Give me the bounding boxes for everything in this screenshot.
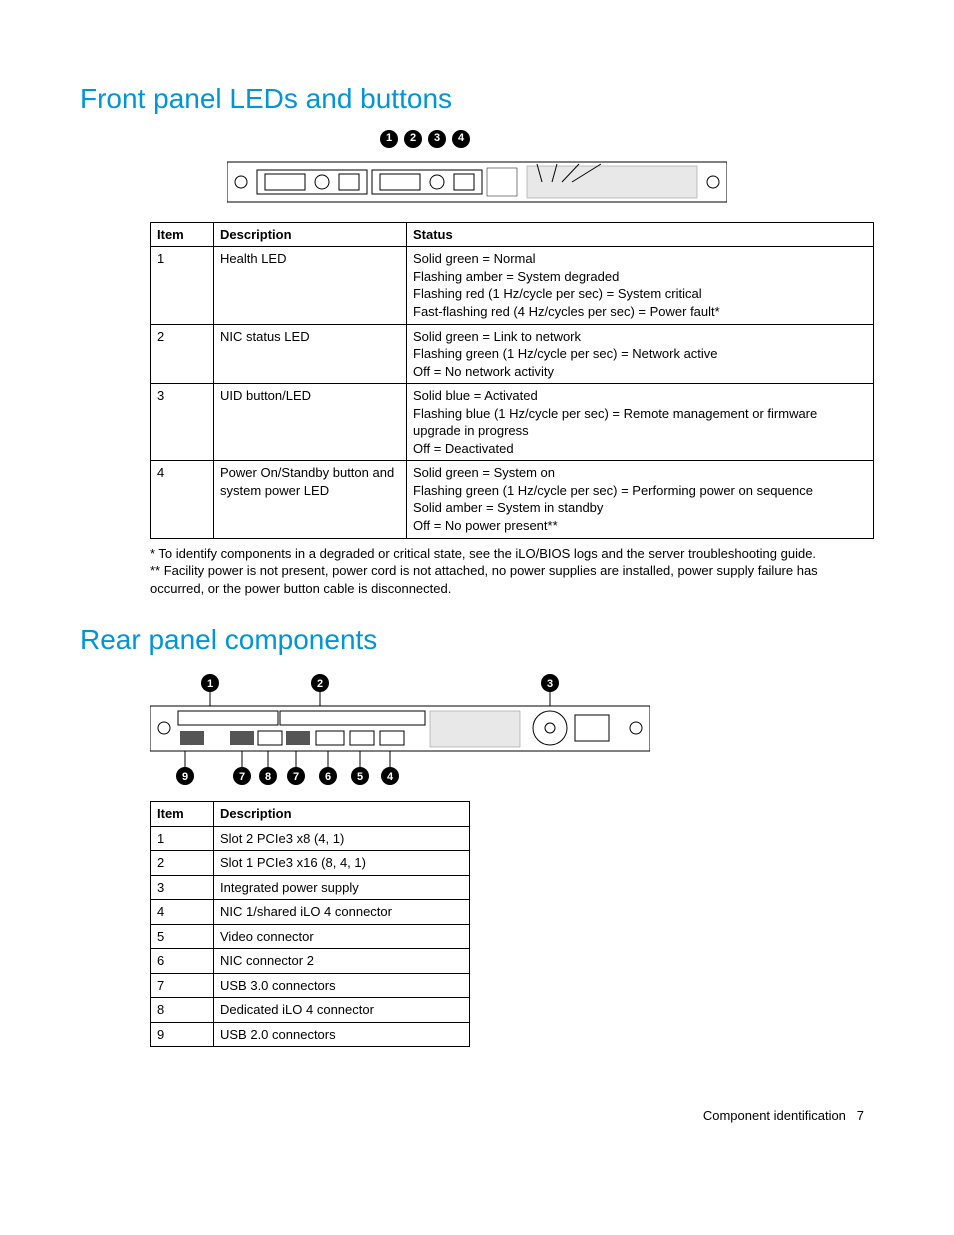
rear-panel-table: ItemDescription 1Slot 2 PCIe3 x8 (4, 1)2… bbox=[150, 801, 470, 1047]
cell-item: 7 bbox=[151, 973, 214, 998]
cell-description: NIC connector 2 bbox=[214, 949, 470, 974]
svg-text:8: 8 bbox=[265, 771, 271, 783]
cell-item: 6 bbox=[151, 949, 214, 974]
cell-item: 4 bbox=[151, 900, 214, 925]
cell-description: Video connector bbox=[214, 924, 470, 949]
cell-status: Solid blue = ActivatedFlashing blue (1 H… bbox=[407, 384, 874, 461]
cell-description: Slot 1 PCIe3 x16 (8, 4, 1) bbox=[214, 851, 470, 876]
cell-description: Power On/Standby button and system power… bbox=[214, 461, 407, 538]
cell-item: 1 bbox=[151, 826, 214, 851]
footnote: * To identify components in a degraded o… bbox=[150, 545, 874, 563]
table-row: 1Health LEDSolid green = NormalFlashing … bbox=[151, 247, 874, 324]
heading-rear-panel: Rear panel components bbox=[80, 621, 874, 659]
table-header: Item bbox=[151, 801, 214, 826]
front-panel-table: ItemDescriptionStatus 1Health LEDSolid g… bbox=[150, 222, 874, 539]
footnote: ** Facility power is not present, power … bbox=[150, 562, 874, 597]
cell-description: NIC 1/shared iLO 4 connector bbox=[214, 900, 470, 925]
callout-badge: 4 bbox=[452, 130, 470, 148]
cell-status: Solid green = Link to networkFlashing gr… bbox=[407, 324, 874, 384]
rear-panel-diagram: 1 2 3 9 7 bbox=[150, 671, 874, 791]
front-panel-diagram: 1234 bbox=[80, 130, 874, 212]
callout-badge: 2 bbox=[404, 130, 422, 148]
cell-item: 2 bbox=[151, 324, 214, 384]
heading-front-panel: Front panel LEDs and buttons bbox=[80, 80, 874, 118]
svg-text:2: 2 bbox=[317, 678, 323, 690]
table-row: 3Integrated power supply bbox=[151, 875, 470, 900]
cell-description: Health LED bbox=[214, 247, 407, 324]
cell-item: 8 bbox=[151, 998, 214, 1023]
cell-item: 4 bbox=[151, 461, 214, 538]
table-row: 8Dedicated iLO 4 connector bbox=[151, 998, 470, 1023]
table-header: Description bbox=[214, 222, 407, 247]
page-footer: Component identification 7 bbox=[80, 1107, 874, 1125]
front-panel-notes: * To identify components in a degraded o… bbox=[150, 545, 874, 598]
cell-description: USB 2.0 connectors bbox=[214, 1022, 470, 1047]
table-row: 9USB 2.0 connectors bbox=[151, 1022, 470, 1047]
cell-item: 2 bbox=[151, 851, 214, 876]
table-row: 7USB 3.0 connectors bbox=[151, 973, 470, 998]
footer-page: 7 bbox=[857, 1108, 864, 1123]
cell-item: 5 bbox=[151, 924, 214, 949]
svg-text:6: 6 bbox=[325, 771, 331, 783]
table-row: 6NIC connector 2 bbox=[151, 949, 470, 974]
svg-text:7: 7 bbox=[239, 771, 245, 783]
footer-section: Component identification bbox=[703, 1108, 846, 1123]
cell-description: UID button/LED bbox=[214, 384, 407, 461]
callout-badge: 3 bbox=[428, 130, 446, 148]
callout-badge: 1 bbox=[380, 130, 398, 148]
table-row: 3UID button/LEDSolid blue = ActivatedFla… bbox=[151, 384, 874, 461]
table-row: 4NIC 1/shared iLO 4 connector bbox=[151, 900, 470, 925]
cell-item: 3 bbox=[151, 875, 214, 900]
svg-text:4: 4 bbox=[387, 771, 394, 783]
svg-text:9: 9 bbox=[182, 771, 188, 783]
svg-text:3: 3 bbox=[547, 678, 553, 690]
cell-description: Integrated power supply bbox=[214, 875, 470, 900]
svg-text:1: 1 bbox=[207, 678, 213, 690]
cell-description: Dedicated iLO 4 connector bbox=[214, 998, 470, 1023]
cell-status: Solid green = NormalFlashing amber = Sys… bbox=[407, 247, 874, 324]
cell-description: USB 3.0 connectors bbox=[214, 973, 470, 998]
cell-description: NIC status LED bbox=[214, 324, 407, 384]
cell-description: Slot 2 PCIe3 x8 (4, 1) bbox=[214, 826, 470, 851]
table-row: 1Slot 2 PCIe3 x8 (4, 1) bbox=[151, 826, 470, 851]
svg-text:5: 5 bbox=[357, 771, 363, 783]
table-header: Status bbox=[407, 222, 874, 247]
table-header: Description bbox=[214, 801, 470, 826]
table-row: 2Slot 1 PCIe3 x16 (8, 4, 1) bbox=[151, 851, 470, 876]
table-row: 4Power On/Standby button and system powe… bbox=[151, 461, 874, 538]
cell-status: Solid green = System onFlashing green (1… bbox=[407, 461, 874, 538]
cell-item: 9 bbox=[151, 1022, 214, 1047]
table-row: 2NIC status LEDSolid green = Link to net… bbox=[151, 324, 874, 384]
svg-text:7: 7 bbox=[293, 771, 299, 783]
table-header: Item bbox=[151, 222, 214, 247]
table-row: 5Video connector bbox=[151, 924, 470, 949]
cell-item: 1 bbox=[151, 247, 214, 324]
cell-item: 3 bbox=[151, 384, 214, 461]
